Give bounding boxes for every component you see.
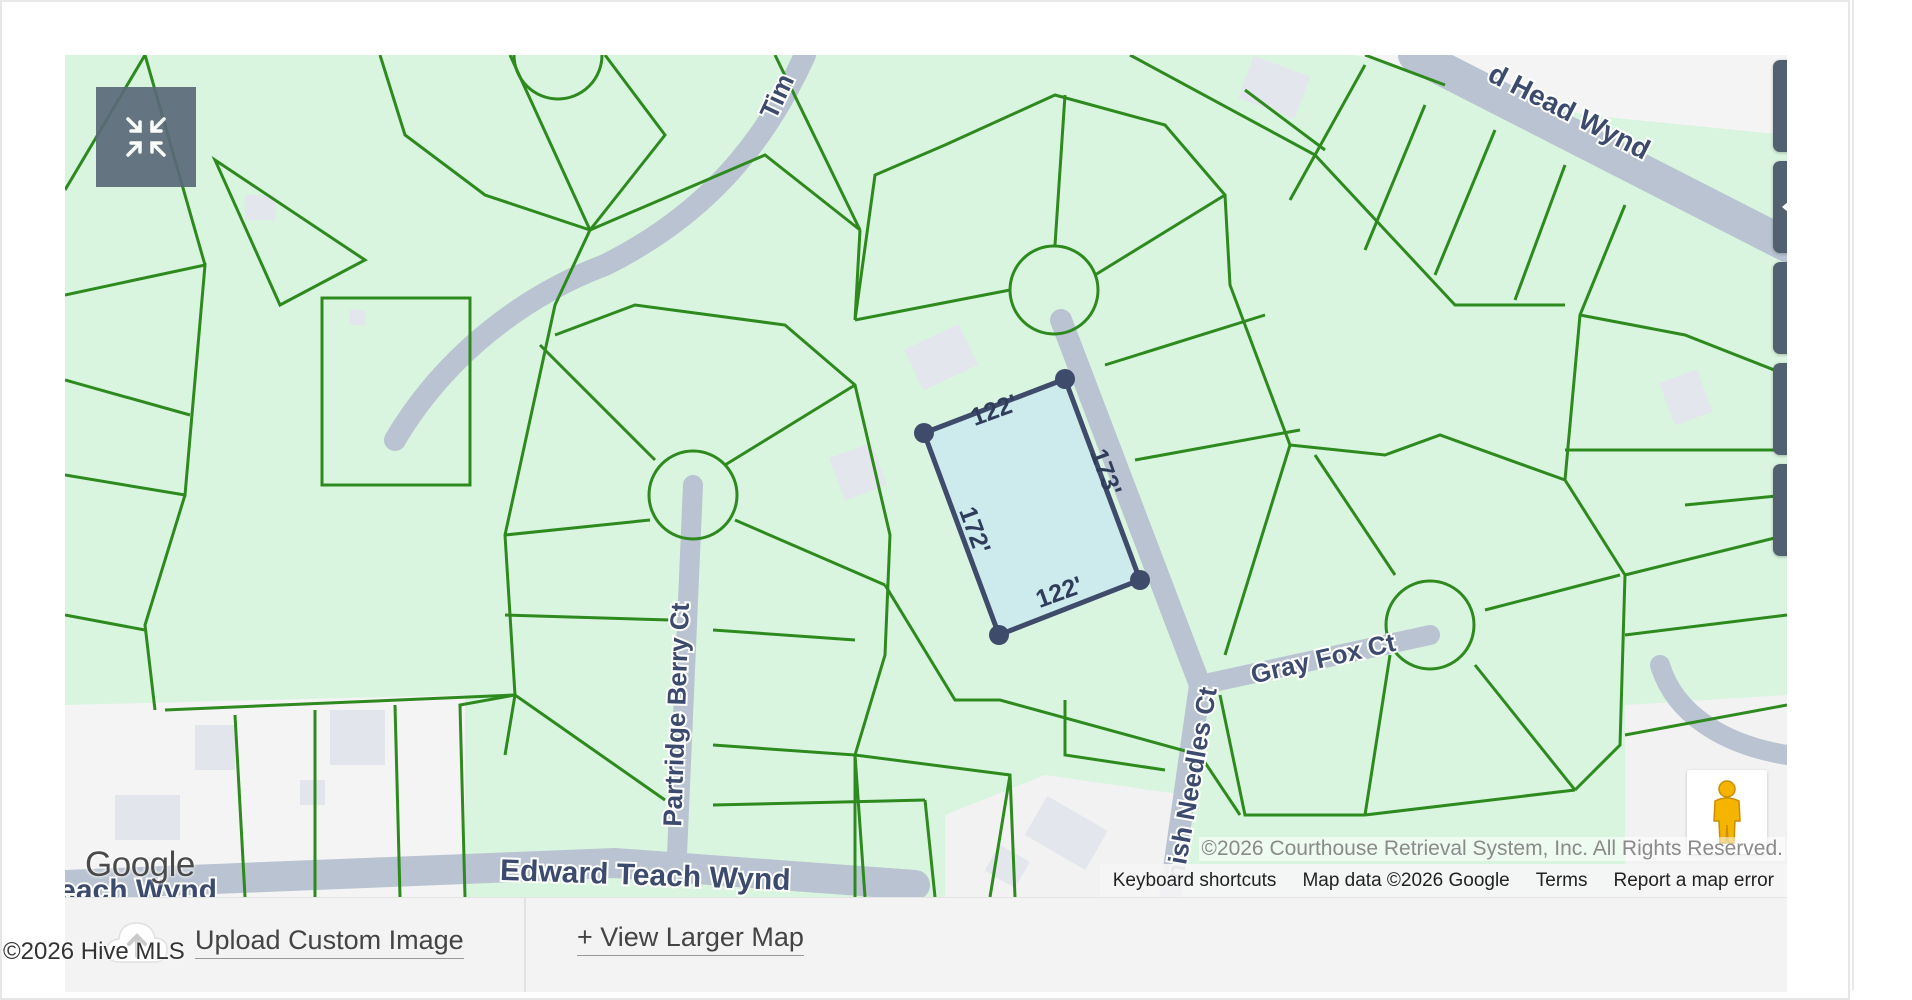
pegman-icon [1713,780,1741,844]
collapse-icon [126,117,166,157]
map-attribution-bar: Keyboard shortcuts Map data ©2026 Google… [1099,864,1787,897]
recenter-button[interactable] [1773,464,1787,556]
terms-link[interactable]: Terms [1523,870,1601,892]
view-larger-map-link[interactable]: + View Larger Map [577,922,804,956]
map-copyright: ©2026 Courthouse Retrieval System, Inc. … [1199,837,1785,861]
zoom-in-button[interactable]: + [1773,62,1787,106]
map-canvas: 122' 173' 172' 122' Edward Teach Wynd Te… [65,55,1787,897]
footer-divider [524,898,526,992]
compass-control[interactable]: N [1773,161,1787,253]
report-map-error-link[interactable]: Report a map error [1600,870,1787,892]
collapse-map-button[interactable] [96,87,196,187]
zoom-control: + − [1773,60,1787,152]
page-scroll-edge [1852,0,1854,990]
measure-area-button[interactable] [1773,363,1787,455]
upload-custom-image-link[interactable]: Upload Custom Image [195,925,464,959]
compass-icon: N [1782,202,1787,212]
zoom-out-button[interactable]: − [1773,106,1787,150]
mls-watermark: ©2026 Hive MLS [3,938,185,965]
google-logo: Google [85,845,195,884]
keyboard-shortcuts-link[interactable]: Keyboard shortcuts [1100,870,1290,892]
map-footer: Upload Custom Image + View Larger Map [65,897,1787,992]
settings-button[interactable] [1773,262,1787,354]
map-data-text: Map data ©2026 Google [1302,869,1510,891]
parcel-map[interactable]: 122' 173' 172' 122' Edward Teach Wynd Te… [65,55,1787,897]
